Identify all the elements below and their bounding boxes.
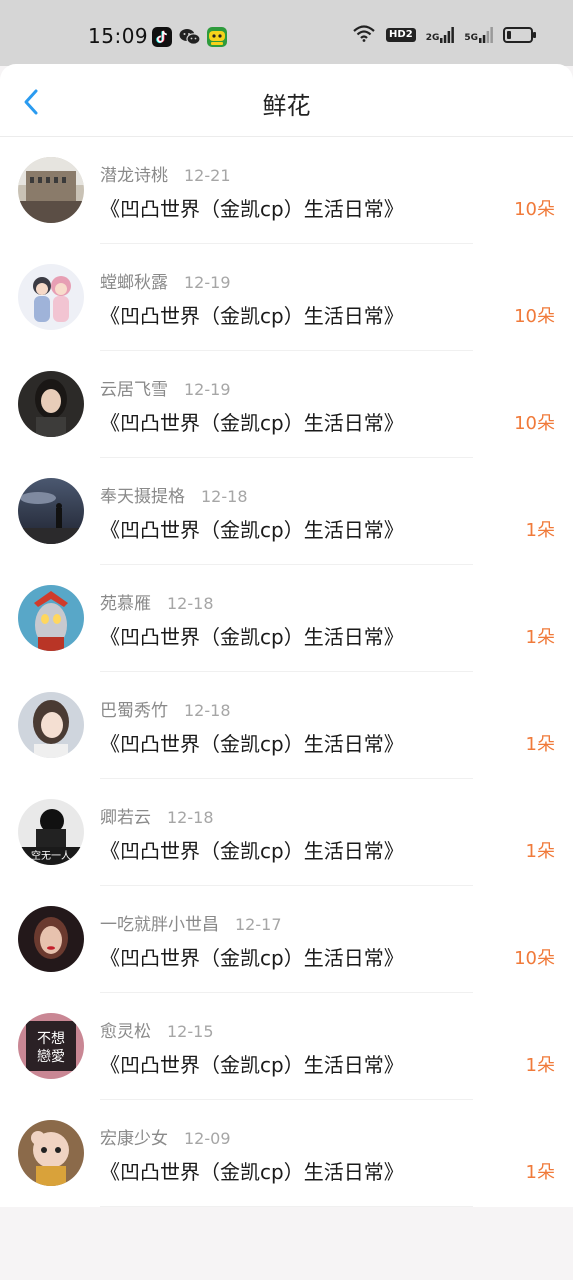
user-name[interactable]: 奉天摄提格 bbox=[100, 487, 185, 507]
gift-date: 12-18 bbox=[167, 808, 214, 827]
flower-count: 10朵 bbox=[514, 199, 555, 220]
user-name[interactable]: 宏康少女 bbox=[100, 1129, 168, 1149]
avatar[interactable] bbox=[18, 264, 84, 330]
avatar[interactable] bbox=[18, 478, 84, 544]
list-item[interactable]: 巴蜀秀竹 12-18 《凹凸世界（金凯cp）生活日常》 1朵 bbox=[0, 672, 573, 779]
flower-count: 10朵 bbox=[514, 413, 555, 434]
gift-date: 12-19 bbox=[184, 380, 231, 399]
user-name[interactable]: 一吃就胖小世昌 bbox=[100, 915, 219, 935]
signal-2g-icon: 2G bbox=[426, 27, 455, 43]
flower-count: 1朵 bbox=[525, 1055, 555, 1076]
signal-5g-icon: 5G bbox=[464, 27, 493, 43]
work-title: 《凹凸世界（金凯cp）生活日常》 bbox=[100, 1053, 404, 1077]
status-bar: 15:09 HD2 2G 5G bbox=[0, 0, 573, 66]
item-meta: 宏康少女 12-09 bbox=[100, 1124, 231, 1149]
gift-date: 12-18 bbox=[167, 594, 214, 613]
list-item[interactable]: 苑慕雁 12-18 《凹凸世界（金凯cp）生活日常》 1朵 bbox=[0, 565, 573, 672]
signal-2g-label: 2G bbox=[425, 33, 440, 43]
user-name[interactable]: 苑慕雁 bbox=[100, 594, 151, 614]
gift-date: 12-17 bbox=[235, 915, 282, 934]
flower-count: 1朵 bbox=[525, 627, 555, 648]
item-meta: 奉天摄提格 12-18 bbox=[100, 482, 248, 507]
header: 鲜花 bbox=[0, 64, 573, 137]
game-app-icon bbox=[207, 27, 227, 47]
item-meta: 云居飞雪 12-19 bbox=[100, 375, 231, 400]
list-item[interactable]: 云居飞雪 12-19 《凹凸世界（金凯cp）生活日常》 10朵 bbox=[0, 351, 573, 458]
gift-date: 12-15 bbox=[167, 1022, 214, 1041]
gift-date: 12-09 bbox=[184, 1129, 231, 1148]
work-title: 《凹凸世界（金凯cp）生活日常》 bbox=[100, 518, 404, 542]
avatar[interactable]: 不想 戀愛 bbox=[18, 1013, 84, 1079]
battery-level bbox=[507, 31, 511, 39]
work-title: 《凹凸世界（金凯cp）生活日常》 bbox=[100, 1160, 404, 1184]
gift-date: 12-21 bbox=[184, 166, 231, 185]
avatar[interactable] bbox=[18, 371, 84, 437]
flower-count: 1朵 bbox=[525, 841, 555, 862]
user-name[interactable]: 巴蜀秀竹 bbox=[100, 701, 168, 721]
work-title: 《凹凸世界（金凯cp）生活日常》 bbox=[100, 732, 404, 756]
work-title: 《凹凸世界（金凯cp）生活日常》 bbox=[100, 197, 404, 221]
divider bbox=[100, 1206, 473, 1207]
avatar[interactable] bbox=[18, 692, 84, 758]
hd-badge: HD2 bbox=[386, 28, 416, 42]
wifi-icon bbox=[352, 24, 376, 46]
svg-text:空无一人: 空无一人 bbox=[31, 849, 71, 862]
item-meta: 螳螂秋露 12-19 bbox=[100, 268, 231, 293]
work-title: 《凹凸世界（金凯cp）生活日常》 bbox=[100, 946, 404, 970]
flower-count: 10朵 bbox=[514, 306, 555, 327]
item-meta: 巴蜀秀竹 12-18 bbox=[100, 696, 231, 721]
page-title: 鲜花 bbox=[262, 92, 311, 120]
tiktok-icon bbox=[152, 27, 172, 47]
user-name[interactable]: 愈灵松 bbox=[100, 1022, 151, 1042]
avatar[interactable] bbox=[18, 157, 84, 223]
item-meta: 一吃就胖小世昌 12-17 bbox=[100, 910, 282, 935]
flower-count: 1朵 bbox=[525, 734, 555, 755]
gift-date: 12-19 bbox=[184, 273, 231, 292]
gift-date: 12-18 bbox=[201, 487, 248, 506]
flower-count: 1朵 bbox=[525, 520, 555, 541]
work-title: 《凹凸世界（金凯cp）生活日常》 bbox=[100, 304, 404, 328]
flower-count: 10朵 bbox=[514, 948, 555, 969]
item-meta: 潜龙诗桃 12-21 bbox=[100, 161, 231, 186]
list-item[interactable]: 一吃就胖小世昌 12-17 《凹凸世界（金凯cp）生活日常》 10朵 bbox=[0, 886, 573, 993]
avatar[interactable] bbox=[18, 906, 84, 972]
list-item[interactable]: 潜龙诗桃 12-21 《凹凸世界（金凯cp）生活日常》 10朵 bbox=[0, 137, 573, 244]
item-meta: 卿若云 12-18 bbox=[100, 803, 214, 828]
gift-date: 12-18 bbox=[184, 701, 231, 720]
work-title: 《凹凸世界（金凯cp）生活日常》 bbox=[100, 839, 404, 863]
wechat-icon bbox=[179, 27, 201, 47]
item-meta: 苑慕雁 12-18 bbox=[100, 589, 214, 614]
list-item[interactable]: 不想 戀愛 愈灵松 12-15 《凹凸世界（金凯cp）生活日常》 1朵 bbox=[0, 993, 573, 1100]
list-item[interactable]: 空无一人 卿若云 12-18 《凹凸世界（金凯cp）生活日常》 1朵 bbox=[0, 779, 573, 886]
status-indicators: HD2 2G 5G bbox=[352, 24, 536, 46]
avatar[interactable] bbox=[18, 585, 84, 651]
list-item[interactable]: 奉天摄提格 12-18 《凹凸世界（金凯cp）生活日常》 1朵 bbox=[0, 458, 573, 565]
flower-list: 潜龙诗桃 12-21 《凹凸世界（金凯cp）生活日常》 10朵 螳螂秋露 12-19 《凹凸… bbox=[0, 137, 573, 1207]
user-name[interactable]: 潜龙诗桃 bbox=[100, 166, 168, 186]
work-title: 《凹凸世界（金凯cp）生活日常》 bbox=[100, 625, 404, 649]
item-meta: 愈灵松 12-15 bbox=[100, 1017, 214, 1042]
svg-text:戀愛: 戀愛 bbox=[37, 1049, 65, 1065]
avatar[interactable]: 空无一人 bbox=[18, 799, 84, 865]
signal-5g-label: 5G bbox=[464, 33, 478, 43]
user-name[interactable]: 螳螂秋露 bbox=[100, 273, 168, 293]
list-item[interactable]: 螳螂秋露 12-19 《凹凸世界（金凯cp）生活日常》 10朵 bbox=[0, 244, 573, 351]
status-time: 15:09 bbox=[88, 24, 149, 48]
user-name[interactable]: 卿若云 bbox=[100, 808, 151, 828]
avatar[interactable] bbox=[18, 1120, 84, 1186]
list-item[interactable]: 宏康少女 12-09 《凹凸世界（金凯cp）生活日常》 1朵 bbox=[0, 1100, 573, 1207]
flower-count: 1朵 bbox=[525, 1162, 555, 1183]
work-title: 《凹凸世界（金凯cp）生活日常》 bbox=[100, 411, 404, 435]
user-name[interactable]: 云居飞雪 bbox=[100, 380, 168, 400]
battery-icon bbox=[503, 27, 536, 43]
svg-text:不想: 不想 bbox=[37, 1031, 65, 1047]
